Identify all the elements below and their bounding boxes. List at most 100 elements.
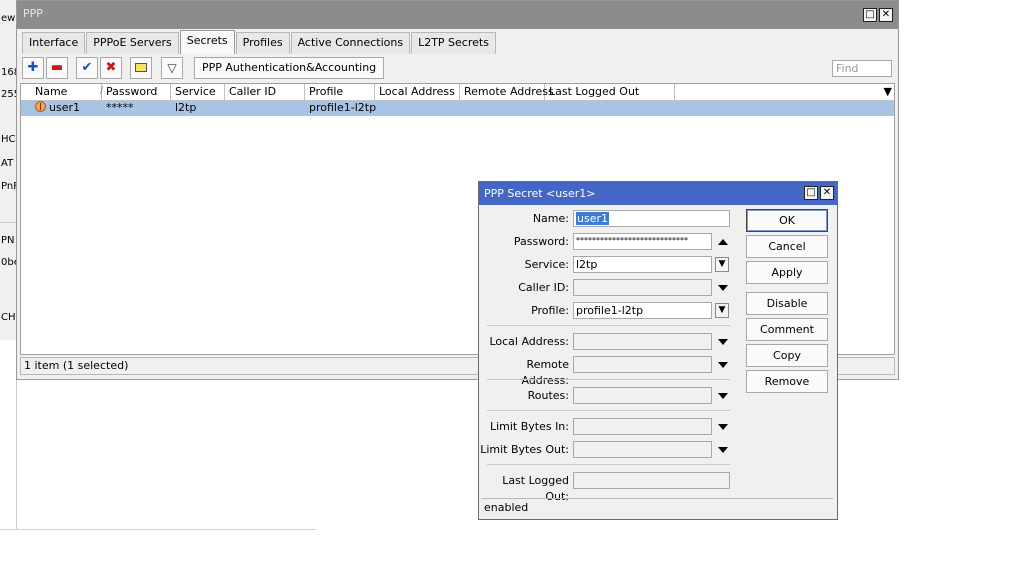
tab-bar: Interface PPPoE Servers Secrets Profiles…: [22, 30, 497, 54]
bg-label-at: AT: [0, 158, 15, 169]
service-label: Service:: [524, 258, 569, 271]
remove-button[interactable]: Remove: [746, 370, 828, 393]
service-select[interactable]: l2tp: [573, 256, 712, 273]
column-header-service[interactable]: Service: [171, 84, 225, 100]
column-header-remote-address[interactable]: Remote Address: [460, 84, 554, 100]
close-icon[interactable]: ✕: [820, 186, 834, 200]
tab-active-connections[interactable]: Active Connections: [290, 32, 411, 54]
cell-name: user1: [31, 101, 80, 116]
close-icon[interactable]: ✕: [879, 8, 893, 22]
name-field[interactable]: user1: [573, 210, 730, 227]
background-window-edge: [0, 0, 16, 340]
expand-icon[interactable]: [718, 393, 728, 399]
limit-bytes-in-field[interactable]: [573, 418, 712, 435]
dialog-status-text: enabled: [484, 501, 529, 514]
remote-address-field[interactable]: [573, 356, 712, 373]
expand-icon[interactable]: [718, 424, 728, 430]
column-header-password[interactable]: Password: [102, 84, 171, 100]
window-title: PPP: [23, 7, 43, 20]
local-address-label: Local Address:: [489, 335, 569, 348]
copy-button[interactable]: Copy: [746, 344, 828, 367]
tab-profiles[interactable]: Profiles: [235, 32, 290, 54]
table-header: Name / Password Service Caller ID Profil…: [21, 84, 894, 101]
routes-field[interactable]: [573, 387, 712, 404]
cell-local-address: [375, 101, 379, 116]
bg-divider: [0, 222, 16, 223]
status-text: 1 item (1 selected): [24, 359, 129, 372]
cancel-button[interactable]: Cancel: [746, 235, 828, 258]
profile-select[interactable]: profile1-l2tp: [573, 302, 712, 319]
note-icon[interactable]: [130, 57, 152, 79]
bg-label-pn: PN: [0, 235, 16, 246]
ppp-secret-dialog: PPP Secret <user1> □ ✕ Name: user1 Passw…: [478, 181, 838, 520]
column-header-name[interactable]: Name /: [31, 84, 103, 100]
bg-divider: [0, 529, 316, 530]
password-field[interactable]: ****************************: [573, 233, 712, 250]
name-label: Name:: [532, 212, 569, 225]
user-secret-icon: [35, 101, 46, 112]
cell-service: l2tp: [175, 101, 197, 114]
bg-label-view: ew: [0, 13, 17, 24]
expand-icon[interactable]: [718, 362, 728, 368]
tab-secrets[interactable]: Secrets: [179, 30, 235, 54]
expand-icon[interactable]: [718, 285, 728, 291]
limit-bytes-out-field[interactable]: [573, 441, 712, 458]
ppp-auth-accounting-button[interactable]: PPP Authentication&Accounting: [194, 57, 385, 79]
divider: [487, 325, 730, 326]
dialog-titlebar[interactable]: PPP Secret <user1> □ ✕: [479, 182, 837, 205]
column-header-profile[interactable]: Profile: [305, 84, 375, 100]
cell-password: *****: [106, 101, 134, 114]
maximize-icon[interactable]: □: [804, 186, 818, 200]
disable-button[interactable]: Disable: [746, 292, 828, 315]
dialog-status-bar: enabled: [481, 498, 833, 517]
bg-divider: [16, 380, 17, 530]
bg-label-ch: CH: [0, 312, 17, 323]
limit-bytes-in-label: Limit Bytes In:: [489, 420, 569, 433]
caller-id-label: Caller ID:: [518, 281, 569, 294]
password-label: Password:: [513, 235, 569, 248]
table-row[interactable]: user1 ***** l2tp profile1-l2tp: [21, 101, 894, 116]
divider: [487, 464, 730, 465]
collapse-icon[interactable]: [718, 239, 728, 245]
cell-profile: profile1-l2tp: [309, 101, 377, 114]
comment-button[interactable]: Comment: [746, 318, 828, 341]
tab-interface[interactable]: Interface: [22, 32, 86, 54]
caller-id-field[interactable]: [573, 279, 712, 296]
column-header-local-address[interactable]: Local Address: [375, 84, 460, 100]
cell-remote-address: [460, 101, 464, 116]
column-header-caller-id[interactable]: Caller ID: [225, 84, 305, 100]
toolbar: ✚ ▬ ✔ ✖ ▽ PPP Authentication&Accounting …: [20, 57, 896, 79]
minus-icon[interactable]: ▬: [46, 57, 68, 79]
limit-bytes-out-label: Limit Bytes Out:: [480, 443, 569, 456]
last-logged-out-field: [573, 472, 730, 489]
cell-last-logged-out: [545, 101, 549, 116]
window-titlebar[interactable]: PPP □ ✕: [17, 1, 898, 29]
maximize-icon[interactable]: □: [863, 8, 877, 22]
profile-dropdown-icon[interactable]: ▼: [715, 303, 729, 318]
filter-icon[interactable]: ▽: [161, 57, 183, 79]
plus-icon[interactable]: ✚: [22, 57, 44, 79]
routes-label: Routes:: [527, 389, 569, 402]
dialog-title: PPP Secret <user1>: [484, 187, 596, 200]
tab-l2tp-secrets[interactable]: L2TP Secrets: [411, 32, 496, 54]
tab-pppoe-servers[interactable]: PPPoE Servers: [86, 32, 179, 54]
column-header-last-logged-out[interactable]: Last Logged Out: [545, 84, 675, 100]
service-dropdown-icon[interactable]: ▼: [715, 257, 729, 272]
profile-label: Profile:: [531, 304, 569, 317]
check-icon[interactable]: ✔: [76, 57, 98, 79]
divider: [487, 410, 730, 411]
expand-icon[interactable]: [718, 447, 728, 453]
ok-button[interactable]: OK: [746, 209, 828, 232]
x-icon[interactable]: ✖: [100, 57, 122, 79]
divider: [487, 379, 730, 380]
apply-button[interactable]: Apply: [746, 261, 828, 284]
cell-caller-id: [225, 101, 229, 116]
expand-icon[interactable]: [718, 339, 728, 345]
local-address-field[interactable]: [573, 333, 712, 350]
column-label: Name: [35, 85, 68, 98]
find-input[interactable]: Find: [832, 60, 892, 77]
columns-dropdown-icon[interactable]: ▼: [884, 85, 892, 98]
cell-name-text: user1: [49, 101, 80, 114]
name-value: user1: [576, 212, 609, 225]
remote-address-label: Remote Address:: [521, 358, 569, 387]
